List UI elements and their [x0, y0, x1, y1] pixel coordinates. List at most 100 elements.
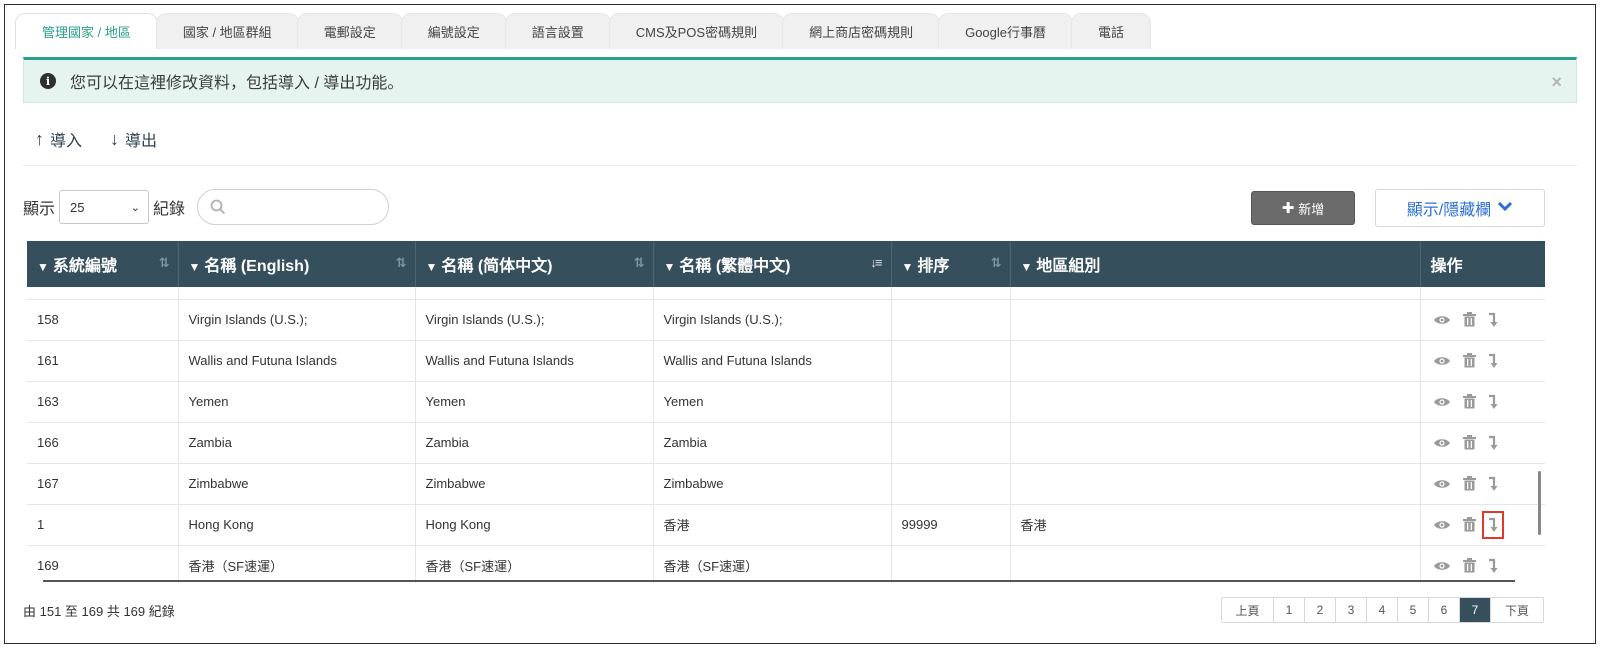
cell-group: [1010, 463, 1421, 505]
column-header-group[interactable]: ▼ 地區組別: [1010, 241, 1421, 287]
table-row-partial: [27, 287, 1545, 300]
filter-icon[interactable]: ▼: [189, 260, 201, 274]
import-label: 導入: [50, 133, 83, 150]
level-down-icon[interactable]: [1488, 353, 1498, 369]
add-button[interactable]: ✚ 新增: [1251, 191, 1355, 225]
level-down-icon[interactable]: [1488, 435, 1498, 451]
page-3-button[interactable]: 3: [1336, 598, 1367, 622]
trash-icon[interactable]: [1462, 394, 1476, 409]
cell-name-en: Zimbabwe: [178, 463, 416, 505]
trash-icon[interactable]: [1462, 476, 1476, 491]
divider: [23, 165, 1577, 166]
trash-icon[interactable]: [1462, 353, 1476, 368]
level-down-icon[interactable]: [1488, 394, 1498, 410]
tab-phone[interactable]: 電話: [1071, 13, 1152, 49]
sort-icon[interactable]: ⇅: [159, 255, 170, 271]
toggle-columns-button[interactable]: 顯示/隱藏欄: [1375, 189, 1545, 227]
cell-name-sc: Hong Kong: [415, 504, 654, 546]
eye-icon[interactable]: [1433, 560, 1451, 572]
page-6-button[interactable]: 6: [1429, 598, 1460, 622]
tab-manage-countries[interactable]: 管理國家 / 地區: [15, 13, 158, 49]
import-button[interactable]: ↑ 導入: [35, 127, 82, 151]
arrow-up-icon: ↑: [35, 128, 44, 149]
cell-order: [891, 381, 1011, 423]
filter-icon[interactable]: ▼: [37, 260, 49, 274]
cell-name-en: Yemen: [178, 381, 416, 423]
trash-icon[interactable]: [1462, 435, 1476, 450]
row-actions: [1431, 435, 1535, 451]
trash-icon[interactable]: [1462, 558, 1476, 573]
cell-name-tc: 香港: [653, 504, 892, 546]
page-4-button[interactable]: 4: [1367, 598, 1398, 622]
cell-actions: [1420, 422, 1545, 464]
tab-language-settings[interactable]: 語言設置: [504, 13, 611, 49]
sort-icon[interactable]: ⇅: [991, 255, 1002, 271]
filter-icon[interactable]: ▼: [1021, 260, 1033, 274]
tab-country-groups[interactable]: 國家 / 地區群組: [155, 13, 299, 49]
sort-icon[interactable]: ⇅: [634, 255, 645, 271]
column-header-name-en[interactable]: ▼ 名稱 (English) ⇅: [178, 241, 416, 287]
table-scrollbar[interactable]: [1538, 471, 1541, 535]
cell-name-en: Hong Kong: [178, 504, 416, 546]
tab-google-calendar[interactable]: Google行事曆: [938, 13, 1074, 49]
eye-icon[interactable]: [1433, 314, 1451, 326]
eye-icon[interactable]: [1433, 437, 1451, 449]
cell-name-tc: 香港（SF速運）: [653, 545, 892, 583]
add-label: 新增: [1298, 201, 1325, 217]
cell-id: 166: [27, 422, 179, 464]
cell-name-tc: Zimbabwe: [653, 463, 892, 505]
prev-page-button[interactable]: 上頁: [1222, 598, 1274, 622]
cell-id: 169: [27, 545, 179, 583]
page-1-button[interactable]: 1: [1274, 598, 1305, 622]
filter-icon[interactable]: ▼: [664, 260, 676, 274]
level-down-icon[interactable]: [1481, 510, 1504, 539]
pagination: 上頁 1 2 3 4 5 6 7 下頁: [1221, 597, 1544, 623]
tab-email-settings[interactable]: 電郵設定: [296, 13, 403, 49]
page-5-button[interactable]: 5: [1398, 598, 1429, 622]
records-info: 由 151 至 169 共 169 紀錄: [23, 604, 175, 619]
info-alert: i 您可以在這裡修改資料，包括導入 / 導出功能。 ×: [23, 57, 1577, 103]
cell-actions: [1420, 381, 1545, 423]
filter-icon[interactable]: ▼: [426, 260, 438, 274]
column-header-name-tc[interactable]: ▼ 名稱 (繁體中文) ↓≡: [653, 241, 892, 287]
eye-icon[interactable]: [1433, 355, 1451, 367]
cell-order: [891, 545, 1011, 583]
search-input[interactable]: [197, 189, 390, 225]
alert-close-button[interactable]: ×: [1551, 72, 1562, 93]
eye-icon[interactable]: [1433, 519, 1451, 531]
level-down-icon[interactable]: [1488, 476, 1498, 492]
next-page-button[interactable]: 下頁: [1491, 598, 1543, 622]
eye-icon[interactable]: [1433, 396, 1451, 408]
sort-desc-icon[interactable]: ↓≡: [870, 255, 882, 270]
tab-numbering-settings[interactable]: 編號設定: [400, 13, 507, 49]
table-row: 163 Yemen Yemen Yemen: [27, 381, 1545, 423]
column-header-order[interactable]: ▼ 排序 ⇅: [891, 241, 1011, 287]
column-header-label: 地區組別: [1036, 258, 1101, 275]
page-7-button[interactable]: 7: [1460, 598, 1491, 622]
cell-actions: [1420, 504, 1545, 546]
sort-icon[interactable]: ⇅: [396, 255, 407, 271]
cell-id: 167: [27, 463, 179, 505]
tab-webstore-password-rules[interactable]: 網上商店密碼規則: [782, 13, 941, 49]
tab-cms-pos-password-rules[interactable]: CMS及POS密碼規則: [608, 13, 785, 49]
cell-name-sc: Wallis and Futuna Islands: [415, 340, 654, 382]
level-down-icon[interactable]: [1488, 312, 1498, 328]
cell-name-sc: Yemen: [415, 381, 654, 423]
toggle-columns-label: 顯示/隱藏欄: [1406, 202, 1492, 219]
column-header-name-sc[interactable]: ▼ 名稱 (简体中文) ⇅: [415, 241, 654, 287]
page-2-button[interactable]: 2: [1305, 598, 1336, 622]
trash-icon[interactable]: [1462, 312, 1476, 327]
table-scroll-edge: [43, 580, 1515, 582]
eye-icon[interactable]: [1433, 478, 1451, 490]
page-size-select[interactable]: 25 ⌄: [59, 190, 150, 224]
column-header-id[interactable]: ▼ 系統編號 ⇅: [27, 241, 179, 287]
import-export-bar: ↑ 導入 ↓ 導出: [35, 127, 157, 151]
cell-order: [891, 463, 1011, 505]
cell-name-tc: Zambia: [653, 422, 892, 464]
cell-actions: [1420, 545, 1545, 583]
info-icon: i: [40, 73, 56, 89]
trash-icon[interactable]: [1462, 517, 1476, 532]
filter-icon[interactable]: ▼: [902, 260, 914, 274]
export-button[interactable]: ↓ 導出: [110, 127, 157, 151]
level-down-icon[interactable]: [1488, 558, 1498, 574]
